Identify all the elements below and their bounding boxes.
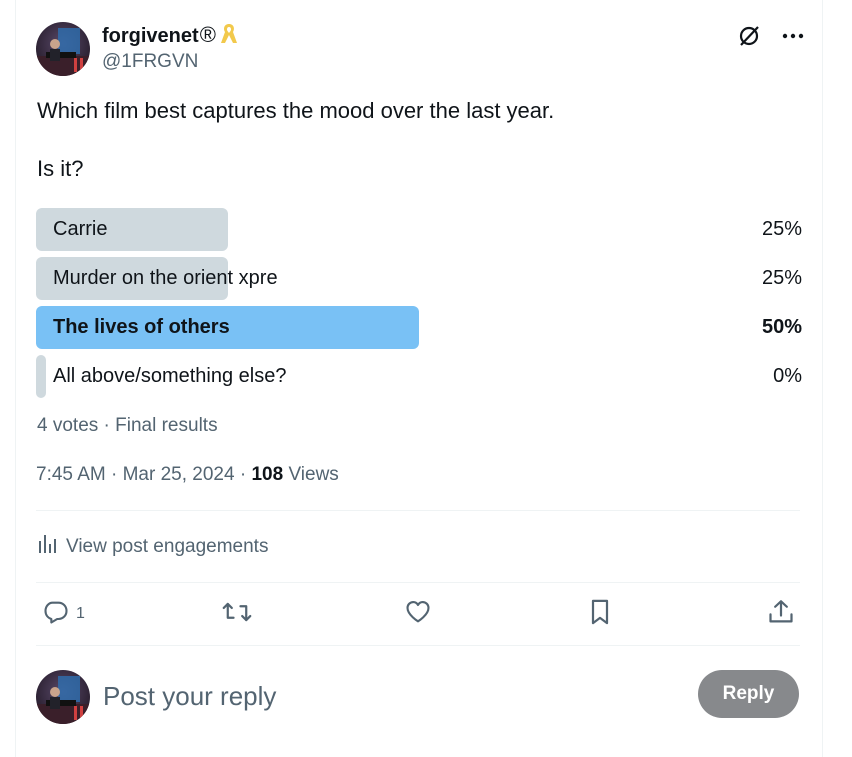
repost-icon bbox=[222, 598, 252, 631]
registered-symbol: ® bbox=[199, 22, 216, 47]
post-header-actions bbox=[734, 22, 808, 50]
current-user-avatar[interactable] bbox=[36, 670, 90, 724]
separator: · bbox=[234, 464, 252, 485]
bookmark-action[interactable] bbox=[587, 596, 613, 632]
reply-count: 1 bbox=[76, 605, 85, 622]
poll-option-percent: 25% bbox=[761, 267, 802, 289]
repost-action[interactable] bbox=[222, 596, 252, 632]
reply-action[interactable]: 1 bbox=[42, 596, 85, 632]
post-text: Which film best captures the mood over t… bbox=[37, 98, 555, 181]
poll-option-percent: 25% bbox=[761, 218, 802, 240]
view-engagements-label: View post engagements bbox=[66, 536, 269, 557]
share-icon bbox=[767, 598, 795, 631]
poll-option-label: All above/something else? bbox=[53, 365, 287, 387]
poll-option-percent: 50% bbox=[761, 316, 802, 338]
bookmark-icon bbox=[587, 598, 613, 631]
share-action[interactable] bbox=[767, 596, 795, 632]
poll-option-label: The lives of others bbox=[53, 316, 230, 338]
reply-input[interactable] bbox=[103, 676, 663, 716]
poll-option-percent: 0% bbox=[773, 365, 802, 387]
poll-option[interactable]: The lives of others 50% bbox=[36, 306, 802, 349]
author-avatar[interactable] bbox=[36, 22, 90, 76]
heart-icon bbox=[404, 598, 432, 631]
poll: Carrie 25% Murder on the orient xpre 25%… bbox=[36, 208, 802, 404]
poll-option-label: Carrie bbox=[53, 218, 108, 240]
post-time[interactable]: 7:45 AM bbox=[36, 464, 106, 485]
author-handle[interactable]: @1FRGVN bbox=[102, 50, 198, 74]
post-date[interactable]: Mar 25, 2024 bbox=[123, 464, 235, 485]
divider bbox=[36, 582, 800, 583]
view-engagements-link[interactable]: View post engagements bbox=[38, 533, 268, 561]
poll-option[interactable]: All above/something else? 0% bbox=[36, 355, 802, 398]
like-action[interactable] bbox=[404, 596, 432, 632]
author-name-text[interactable]: forgivenet bbox=[102, 25, 199, 47]
views-label: Views bbox=[288, 464, 339, 485]
grok-icon[interactable] bbox=[734, 22, 764, 50]
separator: · bbox=[105, 464, 123, 485]
author-display-name[interactable]: forgivenet® bbox=[102, 22, 238, 53]
reply-icon bbox=[42, 598, 70, 631]
divider bbox=[36, 510, 800, 511]
reply-button[interactable]: Reply bbox=[698, 670, 799, 718]
poll-option[interactable]: Murder on the orient xpre 25% bbox=[36, 257, 802, 300]
analytics-icon bbox=[38, 533, 58, 561]
poll-option[interactable]: Carrie 25% bbox=[36, 208, 802, 251]
yellow-ribbon-icon bbox=[220, 22, 238, 53]
more-options-icon[interactable] bbox=[778, 22, 808, 50]
divider bbox=[36, 645, 800, 646]
poll-bar bbox=[36, 355, 46, 398]
post-timestamp-row: 7:45 AM · Mar 25, 2024 · 108 Views bbox=[36, 463, 339, 487]
views-count: 108 bbox=[251, 464, 284, 485]
poll-results-summary: 4 votes · Final results bbox=[37, 415, 218, 436]
post-action-bar: 1 bbox=[36, 596, 800, 632]
poll-option-label: Murder on the orient xpre bbox=[53, 267, 278, 289]
